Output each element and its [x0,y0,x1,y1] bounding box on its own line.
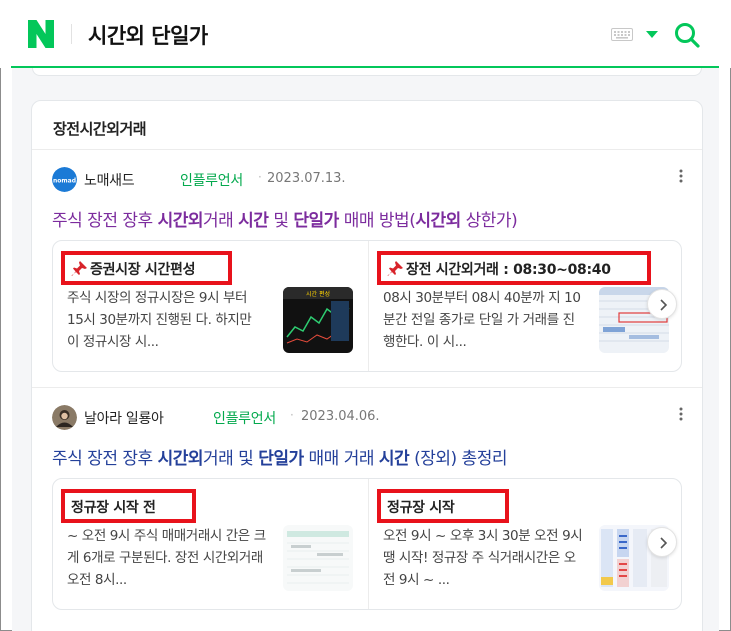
post-title-link[interactable]: 주식 장전 장후 시간외거래 및 단일가 매매 거래 시간 (장외) 총정리 [52,444,507,469]
influencer-badge[interactable]: 인플루언서 [213,408,276,428]
post-date: 2023.07.13. [267,171,346,186]
divider [32,387,702,388]
search-query-text[interactable]: 시간외 단일가 [88,20,208,50]
search-header: 시간외 단일가 [0,0,731,68]
pushpin-icon [71,261,87,276]
keyboard-icon[interactable] [611,28,633,41]
separator-dot: · [258,170,262,184]
title-segment: 매매 방법( [338,211,416,231]
more-options-icon[interactable] [676,406,686,422]
result-card: 장전시간외거래 nomad 노매새드 인플루언서 · 2023.07.13. 주… [31,100,703,631]
previous-card-bottom [32,68,702,76]
section-preview[interactable]: 정규장 시작 전 ~ 오전 9시 주식 매매거래시 간은 크게 6개로 구분된다… [53,479,367,609]
section-heading: 정규장 시작 전 [71,500,156,516]
avatar[interactable]: nomad [52,167,77,192]
author-name[interactable]: 날아라 일룡아 [84,408,164,428]
title-highlight: 시간외 [415,211,461,231]
section-preview[interactable]: 증권시장 시간편성 주식 시장의 정규시장은 9시 부터 15시 30분까지 진… [53,241,367,371]
section-carousel: 증권시장 시간편성 주식 시장의 정규시장은 9시 부터 15시 30분까지 진… [52,240,682,372]
section-heading: 증권시장 시간편성 [90,262,196,278]
card-title: 장전시간외거래 [53,120,147,138]
title-highlight: 시간외 [157,211,204,231]
section-heading-highlight: 장전 시간외거래 : 08:30~08:40 [377,251,651,285]
svg-text:nomad: nomad [53,178,76,185]
section-preview[interactable]: 장전 시간외거래 : 08:30~08:40 08시 30분부터 08시 40분… [369,241,683,371]
section-heading-highlight: 증권시장 시간편성 [61,251,232,285]
chevron-right-icon [660,537,668,549]
section-snippet: 08시 30분부터 08시 40분까 지 10분간 전일 종가로 단일 가 거래… [383,290,581,350]
chevron-right-icon [660,299,668,311]
separator-dot: · [290,408,294,422]
title-segment: 거래 [202,211,239,231]
search-icon[interactable] [674,22,700,48]
dropdown-arrow-icon[interactable] [646,31,658,39]
header-divider [71,24,72,44]
section-heading: 정규장 시작 [387,500,455,516]
title-segment: 상한가) [460,211,518,231]
author-name[interactable]: 노매새드 [84,170,135,190]
title-segment: 거래 및 [202,449,259,469]
title-segment: 주식 장전 장후 [52,211,158,231]
carousel-next-button[interactable] [647,289,677,319]
section-heading: 장전 시간외거래 : 08:30~08:40 [406,262,611,278]
title-segment: 주식 장전 장후 [52,449,158,469]
title-segment: 매매 거래 [303,449,379,469]
post-title-link[interactable]: 주식 장전 장후 시간외거래 시간 및 단일가 매매 방법(시간외 상한가) [52,206,518,231]
avatar[interactable] [52,405,77,430]
naver-logo-icon[interactable] [28,20,54,48]
influencer-badge[interactable]: 인플루언서 [180,170,243,190]
section-heading-highlight: 정규장 시작 [377,489,509,523]
section-carousel: 정규장 시작 전 ~ 오전 9시 주식 매매거래시 간은 크게 6개로 구분된다… [52,478,682,610]
section-heading-highlight: 정규장 시작 전 [61,489,196,523]
title-highlight: 시간 [378,449,410,469]
divider [32,149,702,150]
section-snippet: 주식 시장의 정규시장은 9시 부터 15시 30분까지 진행된 다. 하지만 … [67,290,252,350]
title-highlight: 단일가 [258,449,304,469]
title-highlight: 시간 [238,211,269,231]
title-highlight: 시간외 [157,449,204,469]
title-segment: (장외) 총정리 [409,449,507,469]
chart-screen-thumbnail[interactable]: 시간 편성 [283,287,353,353]
pushpin-icon [387,261,403,276]
title-highlight: 단일가 [293,211,339,231]
section-preview[interactable]: 정규장 시작 오전 9시 ~ 오후 3시 30분 오전 9시 땡 시작! 정규장… [369,479,683,609]
section-snippet: ~ 오전 9시 주식 매매거래시 간은 크게 6개로 구분된다. 장전 시간외거… [67,528,266,588]
svg-text:시간 편성: 시간 편성 [306,290,330,298]
schedule-table-thumbnail[interactable] [283,525,353,591]
carousel-next-button[interactable] [647,527,677,557]
title-segment: 및 [268,211,294,231]
more-options-icon[interactable] [676,168,686,184]
post-date: 2023.04.06. [301,409,380,424]
section-snippet: 오전 9시 ~ 오후 3시 30분 오전 9시 땡 시작! 정규장 주 식거래시… [383,528,583,588]
